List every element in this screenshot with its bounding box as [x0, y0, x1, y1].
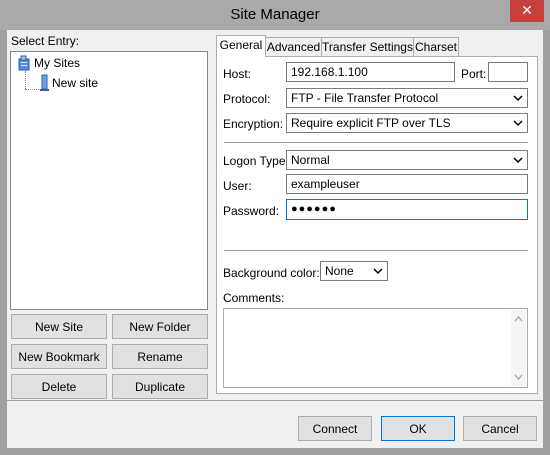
- dialog-body: Select Entry: My Sites New site New Site…: [7, 30, 543, 448]
- logon-type-select[interactable]: Normal: [286, 150, 528, 170]
- connect-button[interactable]: Connect: [298, 416, 372, 441]
- encryption-select[interactable]: Require explicit FTP over TLS: [286, 113, 528, 133]
- password-input[interactable]: ●●●●●●: [286, 199, 528, 220]
- tab-advanced[interactable]: Advanced: [265, 37, 322, 56]
- close-icon: ✕: [521, 2, 533, 18]
- chevron-down-icon: [513, 95, 523, 102]
- delete-button[interactable]: Delete: [11, 374, 107, 399]
- host-input[interactable]: 192.168.1.100: [286, 62, 455, 82]
- comments-scrollbar[interactable]: [511, 310, 526, 386]
- tab-charset[interactable]: Charset: [413, 37, 459, 56]
- site-manager-window: Site Manager ✕ Select Entry: My Sites Ne…: [0, 0, 550, 455]
- new-bookmark-button[interactable]: New Bookmark: [11, 344, 107, 369]
- separator: [224, 142, 528, 144]
- footer-separator: [7, 400, 543, 401]
- port-input[interactable]: [488, 62, 528, 82]
- encryption-label: Encryption:: [223, 117, 284, 131]
- duplicate-button[interactable]: Duplicate: [112, 374, 208, 399]
- ok-button[interactable]: OK: [381, 416, 455, 441]
- user-input[interactable]: exampleuser: [286, 174, 528, 194]
- general-panel: Host: 192.168.1.100 Port: Protocol: FTP …: [216, 56, 538, 394]
- protocol-value: FTP - File Transfer Protocol: [291, 91, 439, 105]
- protocol-label: Protocol:: [223, 92, 271, 106]
- logon-type-value: Normal: [291, 153, 330, 167]
- close-button[interactable]: ✕: [510, 0, 544, 22]
- tree-item-my-sites[interactable]: My Sites: [34, 56, 80, 70]
- title-bar[interactable]: Site Manager ✕: [0, 0, 550, 30]
- background-color-label: Background color:: [223, 266, 320, 280]
- port-label: Port:: [461, 67, 487, 81]
- site-tree[interactable]: My Sites New site: [10, 51, 208, 310]
- protocol-select[interactable]: FTP - File Transfer Protocol: [286, 88, 528, 108]
- chevron-down-icon: [513, 120, 523, 127]
- separator: [224, 250, 528, 252]
- select-entry-label: Select Entry:: [11, 34, 80, 48]
- encryption-value: Require explicit FTP over TLS: [291, 116, 451, 130]
- scroll-up-icon[interactable]: [514, 316, 523, 322]
- new-folder-button[interactable]: New Folder: [112, 314, 208, 339]
- tree-connector-horizontal: [25, 89, 39, 90]
- background-color-select[interactable]: None: [320, 261, 388, 281]
- rename-button[interactable]: Rename: [112, 344, 208, 369]
- tab-general[interactable]: General: [216, 35, 266, 57]
- server-icon: [40, 74, 49, 91]
- cancel-button[interactable]: Cancel: [463, 416, 537, 441]
- new-site-button[interactable]: New Site: [11, 314, 107, 339]
- folder-sites-icon: [18, 55, 30, 71]
- user-label: User:: [223, 179, 252, 193]
- tab-transfer-settings[interactable]: Transfer Settings: [321, 37, 414, 56]
- window-title: Site Manager: [230, 6, 320, 23]
- scroll-down-icon[interactable]: [514, 374, 523, 380]
- tree-connector-vertical: [25, 71, 26, 89]
- comments-label: Comments:: [223, 291, 285, 305]
- logon-type-label: Logon Type:: [223, 154, 289, 168]
- comments-textarea[interactable]: [223, 308, 528, 388]
- password-label: Password:: [223, 204, 280, 218]
- chevron-down-icon: [373, 268, 383, 275]
- background-color-value: None: [325, 264, 354, 278]
- host-label: Host:: [223, 67, 252, 81]
- tree-item-new-site[interactable]: New site: [52, 76, 98, 90]
- chevron-down-icon: [513, 157, 523, 164]
